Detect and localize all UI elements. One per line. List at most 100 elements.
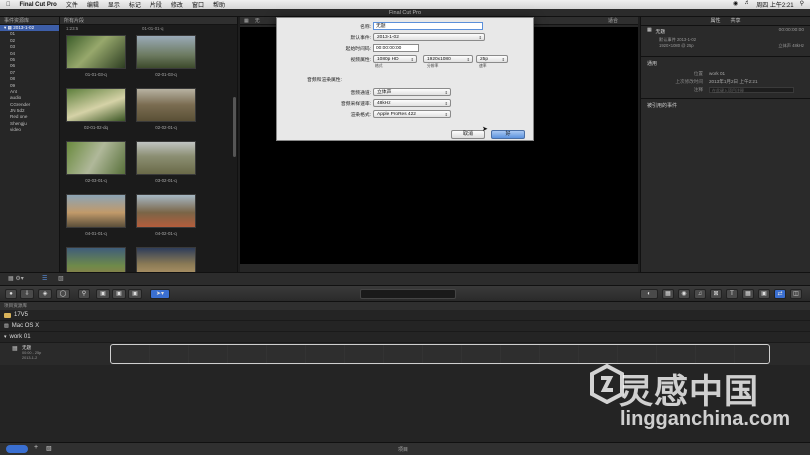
project-name-input[interactable]: 无题 — [373, 22, 483, 30]
viewer-zoom[interactable]: 适合 — [608, 17, 638, 24]
folder-icon — [4, 312, 11, 318]
clip-thumbnail[interactable]: 04-01-01-q — [64, 194, 128, 243]
project-library-header: 项目资源库 — [0, 302, 810, 310]
inspector-toggle-icon[interactable]: ⇄ — [774, 289, 786, 299]
transitions-icon[interactable]: ⊠ — [710, 289, 722, 299]
filmstrip-view-icon[interactable]: ▧ — [58, 275, 64, 282]
apple-icon[interactable]:  — [6, 2, 11, 8]
menu-clock[interactable]: 周四 上午2:21 — [756, 0, 793, 9]
audio-channels-select[interactable]: 立体声 ⇕ — [373, 88, 451, 96]
effects-button[interactable]: ◐ — [640, 289, 658, 299]
photo-browser-icon[interactable]: ◉ — [678, 289, 690, 299]
generators-icon[interactable]: ▦ — [742, 289, 754, 299]
insert-icon[interactable]: ▣ — [112, 289, 126, 299]
menu-window[interactable]: 窗口 — [192, 0, 204, 9]
clip-thumbnail[interactable]: 02-03-01-q — [64, 141, 128, 190]
video-format-select[interactable]: 1080p HD ⇕ — [373, 55, 417, 63]
menu-view[interactable]: 显示 — [108, 0, 120, 9]
music-browser-icon[interactable]: ♫ — [694, 289, 706, 299]
default-event-select[interactable]: 2013-1-02 ⇕ — [373, 33, 485, 41]
viewer-header-label: 无 — [254, 18, 260, 24]
browser-footer: ▦ ⚙▾ ☰ ▧ — [0, 272, 810, 286]
audio-channels-label: 音频通道: — [350, 91, 371, 96]
clip-thumbnail[interactable]: 02-01-02-dq — [64, 88, 128, 137]
watermark-en: lingganchina.com — [620, 408, 791, 430]
project-folder-row[interactable]: 17V5 — [0, 310, 810, 321]
project-date: 2013-1-2 — [22, 356, 38, 360]
browser-header: 所有片段 — [60, 17, 237, 25]
cancel-button[interactable]: 取消 — [451, 130, 485, 139]
import-icon[interactable]: ⇩ — [20, 289, 34, 299]
browser-header-label[interactable]: 所有片段 — [64, 17, 84, 24]
project-format: 00:00 - 25p — [22, 351, 42, 355]
append-icon[interactable]: ▣ — [128, 289, 142, 299]
library-item[interactable]: video — [0, 127, 59, 133]
bottom-toggle-button[interactable] — [6, 445, 28, 453]
viewer-header-icon: ▦ — [244, 18, 249, 24]
timecode-display[interactable] — [360, 289, 456, 299]
mouse-cursor-icon: ➤ — [482, 126, 488, 133]
clip-thumbnail[interactable]: 01-01-03-q — [64, 35, 128, 84]
search-icon[interactable]: ⚲ — [78, 289, 90, 299]
record-icon[interactable]: ● — [5, 289, 17, 299]
disclosure-icon: ▾ — [4, 333, 7, 340]
start-timecode-input[interactable]: 00:00:00:00 — [373, 44, 419, 52]
browser-subheader-right: 01-01-01-q — [142, 26, 164, 31]
volume-icon[interactable]: ♬ — [744, 0, 750, 9]
spotlight-icon[interactable]: ⚲ — [800, 0, 804, 9]
video-effects-icon[interactable]: ▦ — [662, 289, 674, 299]
browser-footer-icons[interactable]: ▦ ⚙▾ — [8, 275, 24, 282]
inspector-title-row: ▦ 无题 00:00:00:00 — [641, 26, 810, 37]
menu-app-name[interactable]: Final Cut Pro — [20, 2, 57, 8]
titles-icon[interactable]: T — [726, 289, 738, 299]
video-resolution-select[interactable]: 1920x1080 ⇕ — [423, 55, 473, 63]
stepper-icon: ⇕ — [444, 101, 448, 106]
project-filmstrip[interactable] — [110, 344, 770, 364]
project-folder-row[interactable]: ▧ Mac OS X — [0, 321, 810, 332]
stepper-icon: ⇕ — [466, 57, 470, 62]
sample-rate-label: 音频采样速率: — [340, 102, 371, 107]
clip-thumbnail[interactable]: 02-01-03-q — [134, 35, 198, 84]
video-resolution-caption: 分辨率 — [427, 64, 439, 68]
status-label: 项目 — [398, 447, 409, 453]
project-folder-row[interactable]: ▾ work 01 — [0, 332, 810, 343]
browser-scrollbar[interactable] — [233, 97, 236, 157]
tab-share[interactable]: 共享 — [731, 17, 741, 25]
menu-help[interactable]: 帮助 — [213, 0, 225, 9]
watermark-cn: 灵感中国 — [619, 372, 759, 412]
connect-icon[interactable]: ▣ — [96, 289, 110, 299]
keyword-icon[interactable]: ◈ — [38, 289, 52, 299]
menu-file[interactable]: 文件 — [66, 0, 78, 9]
stepper-icon: ⇕ — [501, 57, 505, 62]
clip-thumbnail[interactable]: 04-02-01-q — [134, 194, 198, 243]
drive-icon: ▧ — [4, 322, 9, 329]
clip-browser: 所有片段 1:23:5 01-01-01-q 01-01-03-q 02-01-… — [60, 17, 238, 281]
wifi-icon[interactable]: ◉ — [733, 0, 738, 9]
inspector-timecode: 00:00:00:00 — [778, 28, 804, 33]
add-project-icon[interactable]: + — [34, 444, 38, 451]
select-tool-button[interactable]: ➤▾ — [150, 289, 170, 299]
video-properties-label: 视频属性: — [350, 58, 371, 63]
ok-button[interactable]: 好 — [491, 130, 525, 139]
notes-field[interactable]: 在此键入项目注释 — [709, 87, 794, 93]
sample-rate-select[interactable]: 48kHz ⇕ — [373, 99, 451, 107]
video-rate-select[interactable]: 25p ⇕ — [476, 55, 508, 63]
inspector-section-general: 通用 — [641, 56, 810, 70]
menu-clip[interactable]: 片段 — [150, 0, 162, 9]
menu-bar:  Final Cut Pro 文件 编辑 显示 标记 片段 修改 窗口 帮助 … — [0, 0, 810, 9]
folder-icon[interactable]: ▧ — [46, 445, 52, 452]
render-format-select[interactable]: Apple ProRes 422 ⇕ — [373, 110, 451, 118]
menu-edit[interactable]: 编辑 — [87, 0, 99, 9]
inspector: 属性 共享 ▦ 无题 00:00:00:00 默认事件 2013-1-02 19… — [640, 17, 810, 272]
tab-properties[interactable]: 属性 — [710, 17, 720, 25]
inspector-project-name: 无题 — [655, 30, 666, 35]
share-icon[interactable]: ◫ — [790, 289, 802, 299]
analyze-icon[interactable]: ◯ — [56, 289, 70, 299]
list-view-icon[interactable]: ☰ — [42, 275, 47, 282]
clip-thumbnail[interactable]: 03-02-01-q — [134, 141, 198, 190]
menu-mark[interactable]: 标记 — [129, 0, 141, 9]
video-format-caption: 格式 — [375, 64, 383, 68]
clip-thumbnail[interactable]: 02-02-01-q — [134, 88, 198, 137]
menu-modify[interactable]: 修改 — [171, 0, 183, 9]
themes-icon[interactable]: ▣ — [758, 289, 770, 299]
